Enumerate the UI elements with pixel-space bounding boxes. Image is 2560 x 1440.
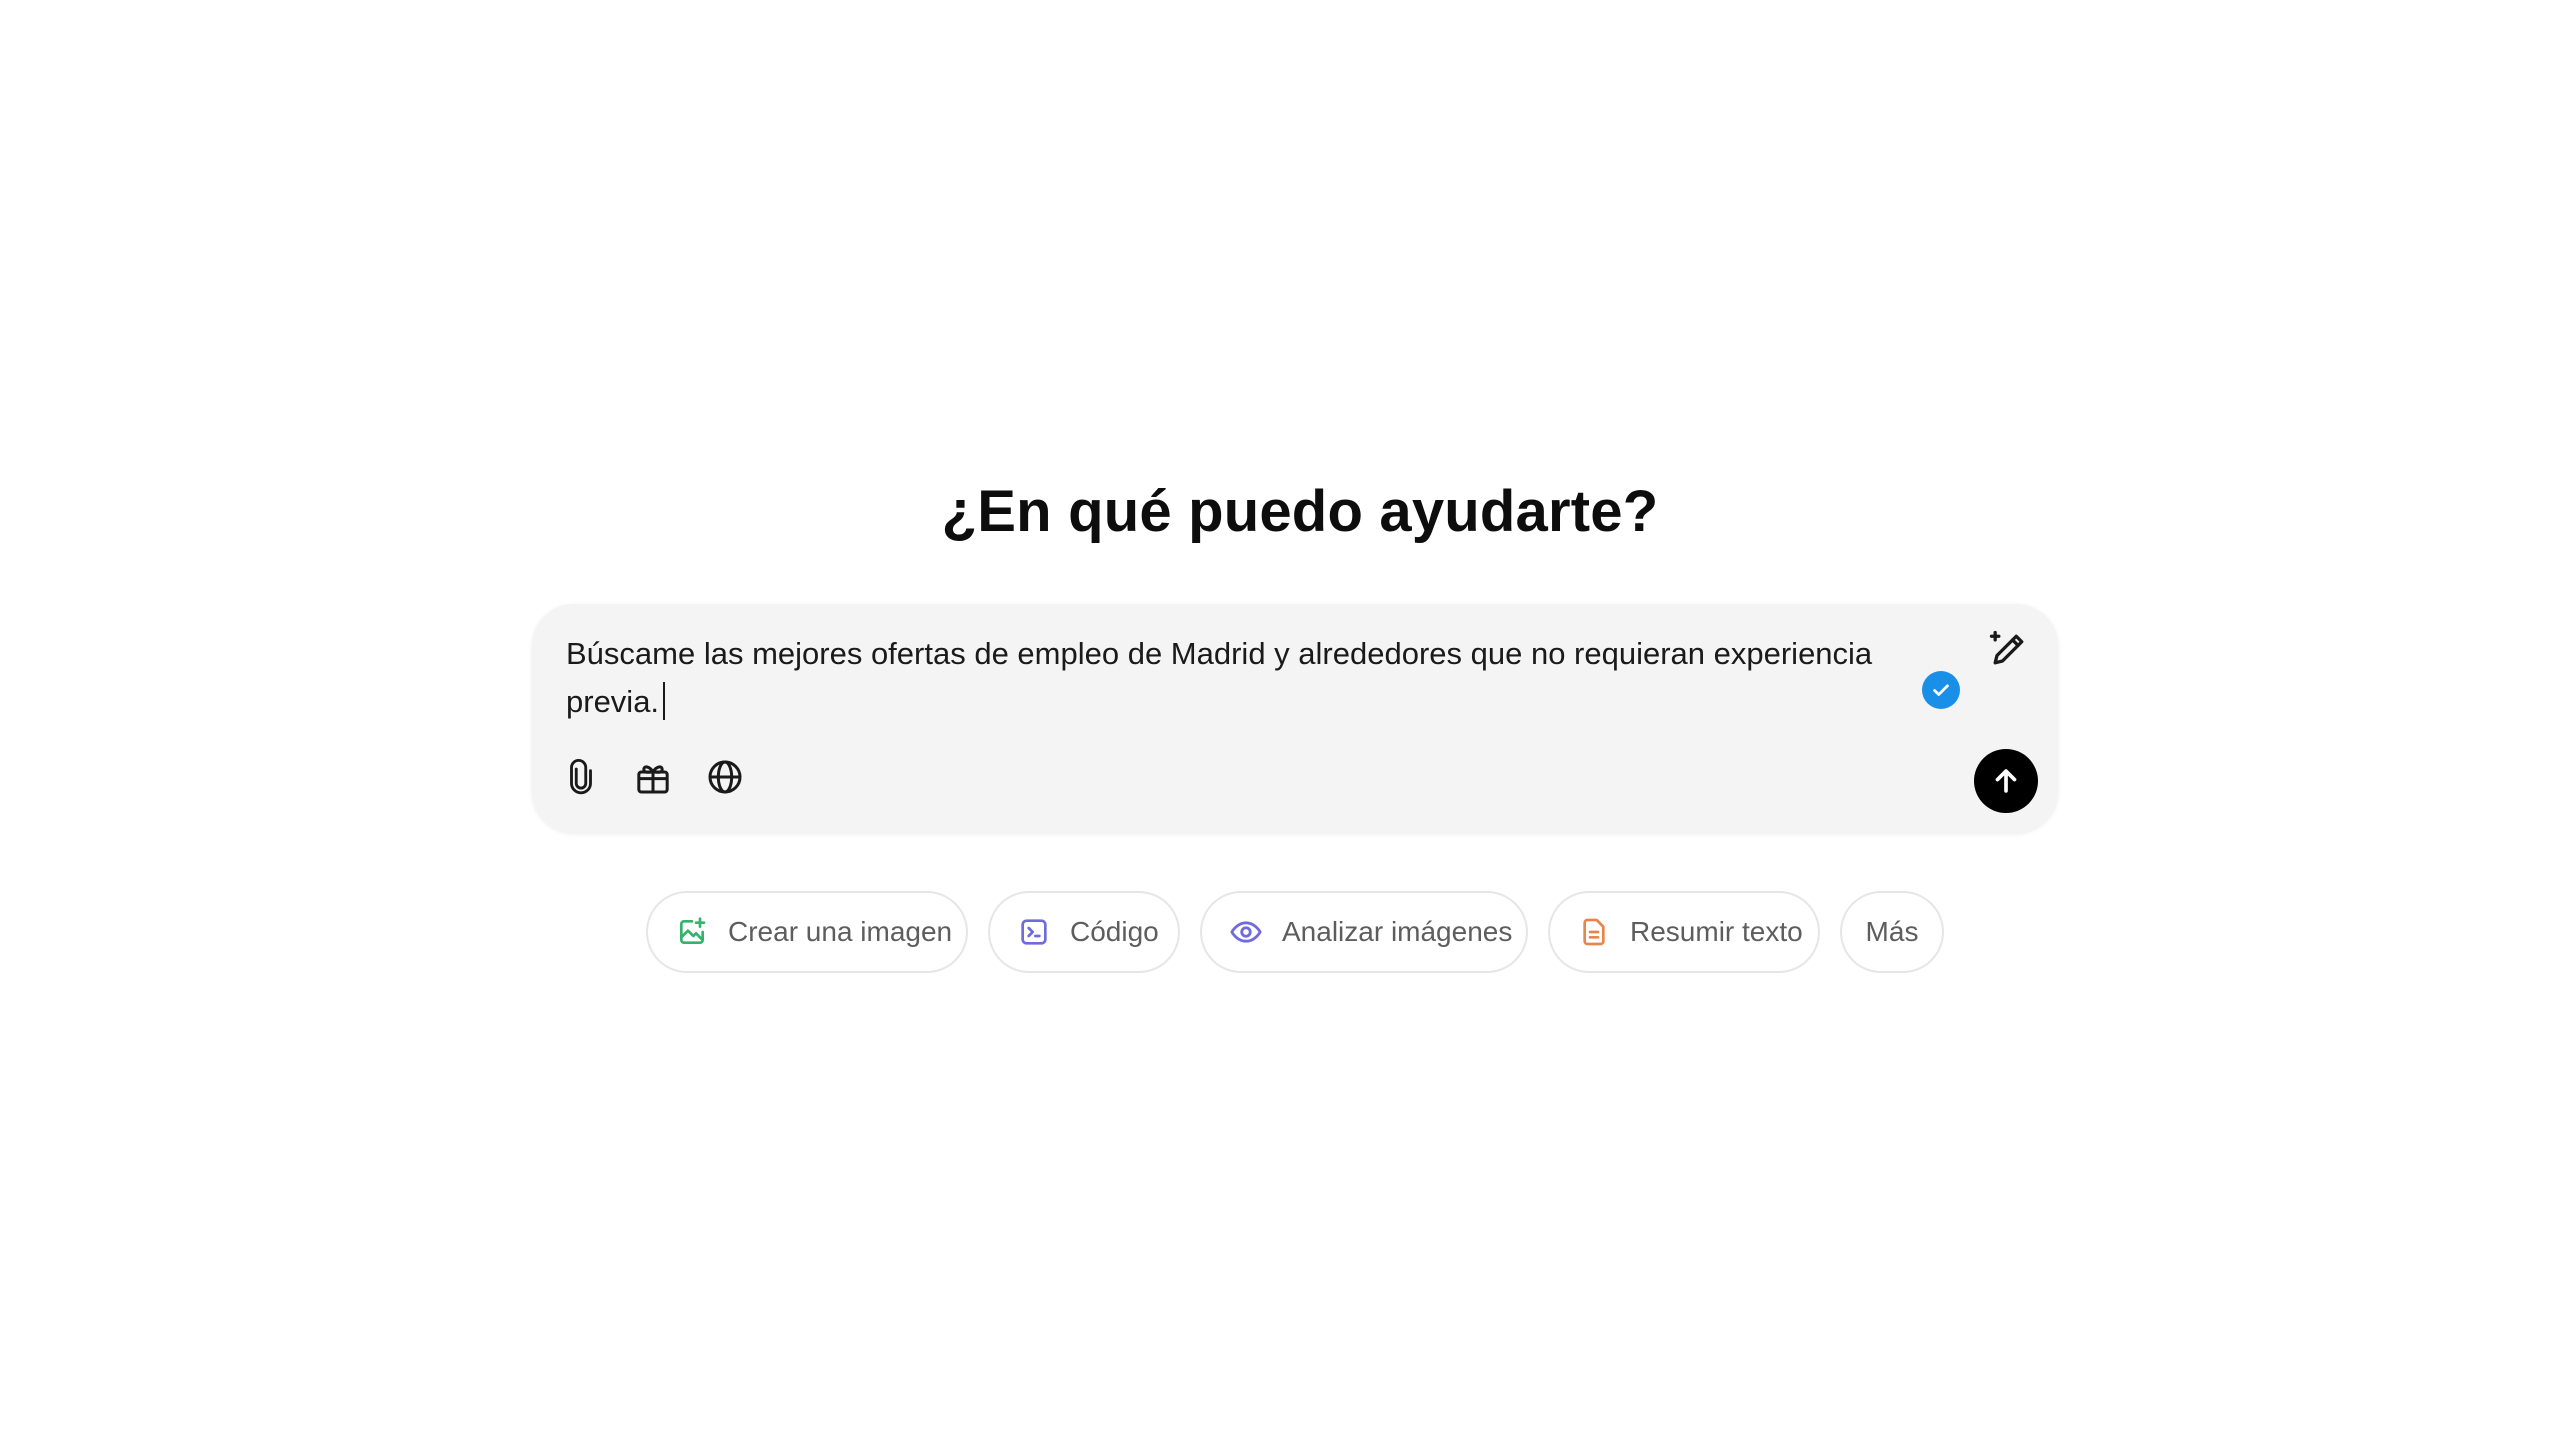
document-icon [1576, 914, 1612, 950]
chip-label: Código [1070, 916, 1159, 947]
pencil-sparkle-icon[interactable] [1982, 624, 2034, 676]
terminal-icon [1016, 914, 1052, 950]
check-badge-icon[interactable] [1922, 671, 1960, 709]
gift-box-icon[interactable] [628, 752, 678, 802]
paperclip-icon[interactable] [556, 752, 606, 802]
chip-label: Analizar imágenes [1282, 916, 1513, 947]
send-button[interactable] [1974, 749, 2038, 813]
chip-summarize-text[interactable]: Resumir texto [1548, 891, 1820, 973]
text-caret [663, 682, 666, 720]
image-plus-icon [674, 914, 710, 950]
chip-label: Más [1865, 916, 1919, 947]
chip-create-image[interactable]: Crear una imagen [646, 891, 968, 973]
check-mark [1933, 684, 1949, 696]
arrow-up-icon [1995, 769, 2017, 793]
page-title: ¿En qué puedo ayudarte? [941, 479, 1659, 544]
chip-label: Crear una imagen [728, 916, 953, 947]
chip-analyze-images[interactable]: Analizar imágenes [1200, 891, 1528, 973]
chip-more[interactable]: Más [1840, 891, 1944, 973]
eye-icon [1228, 914, 1264, 950]
page: ¿En qué puedo ayudarte? Búscame las mejo… [0, 0, 2560, 1440]
chip-label: Resumir texto [1630, 916, 1803, 947]
prompt-text-line-1: Búscame las mejores ofertas de empleo de… [566, 636, 1873, 671]
chip-code[interactable]: Código [988, 891, 1180, 973]
suggestion-chips: Crear una imagen Código Analizar imágene… [0, 891, 2560, 975]
globe-icon[interactable] [700, 752, 750, 802]
prompt-input[interactable]: Búscame las mejores ofertas de empleo de… [566, 630, 1906, 726]
prompt-text-line-2: previa. [566, 684, 660, 719]
prompt-composer[interactable]: Búscame las mejores ofertas de empleo de… [532, 604, 2058, 833]
